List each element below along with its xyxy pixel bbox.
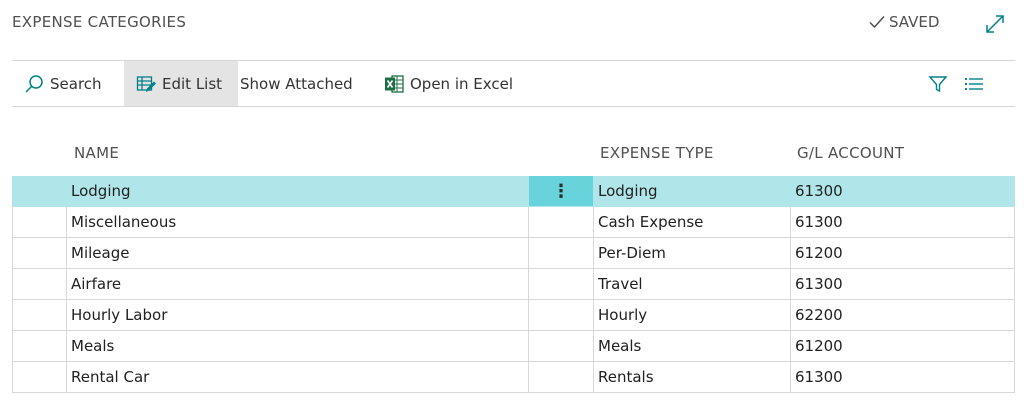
expand-icon[interactable]	[985, 14, 1005, 34]
cell-name[interactable]: Airfare	[67, 269, 529, 299]
expense-categories-table: Lodging ⋮ Lodging 61300 Miscellaneous Ca…	[12, 176, 1015, 393]
action-toolbar: Search Edit List Show Attached Open in E…	[12, 60, 1015, 107]
cell-name[interactable]: Rental Car	[67, 362, 529, 392]
table-row[interactable]: Meals Meals 61200	[12, 331, 1015, 362]
row-menu-button[interactable]: ⋮	[529, 176, 594, 206]
list-view-icon[interactable]	[964, 74, 984, 94]
search-icon	[25, 74, 43, 93]
column-header-name[interactable]: NAME	[74, 144, 119, 162]
search-button-label: Search	[50, 74, 102, 93]
table-row[interactable]: Mileage Per-Diem 61200	[12, 238, 1015, 269]
edit-list-icon	[136, 75, 156, 92]
column-header-expense-type[interactable]: EXPENSE TYPE	[600, 144, 714, 162]
cell-expense-type[interactable]: Rentals	[594, 362, 791, 392]
row-menu-cell[interactable]	[529, 362, 594, 392]
table-row[interactable]: Hourly Labor Hourly 62200	[12, 300, 1015, 331]
cell-expense-type[interactable]: Per-Diem	[594, 238, 791, 268]
filter-icon[interactable]	[928, 74, 948, 94]
cell-gl-account[interactable]: 61200	[791, 331, 1014, 361]
row-menu-cell[interactable]	[529, 207, 594, 237]
cell-name[interactable]: Meals	[67, 331, 529, 361]
page-header: EXPENSE CATEGORIES SAVED	[0, 0, 1024, 48]
saved-status: SAVED	[868, 13, 939, 31]
search-button[interactable]: Search	[24, 61, 102, 106]
table-row[interactable]: Airfare Travel 61300	[12, 269, 1015, 300]
cell-expense-type[interactable]: Cash Expense	[594, 207, 791, 237]
cell-gl-account[interactable]: 61300	[791, 207, 1014, 237]
row-selector[interactable]	[13, 300, 67, 330]
table-row[interactable]: Lodging ⋮ Lodging 61300	[12, 176, 1015, 207]
cell-gl-account[interactable]: 61300	[791, 269, 1014, 299]
cell-gl-account[interactable]: 62200	[791, 300, 1014, 330]
row-selector[interactable]	[13, 331, 67, 361]
table-row[interactable]: Rental Car Rentals 61300	[12, 362, 1015, 393]
cell-gl-account[interactable]: 61300	[791, 362, 1014, 392]
check-icon	[869, 15, 885, 29]
row-selector[interactable]	[13, 176, 67, 206]
show-attached-button[interactable]: Show Attached	[240, 61, 353, 106]
table-row[interactable]: Miscellaneous Cash Expense 61300	[12, 207, 1015, 238]
cell-name[interactable]: Hourly Labor	[67, 300, 529, 330]
row-selector[interactable]	[13, 238, 67, 268]
open-in-excel-button-label: Open in Excel	[410, 74, 514, 93]
open-in-excel-button[interactable]: Open in Excel	[384, 61, 513, 106]
edit-list-button[interactable]: Edit List	[124, 61, 239, 106]
column-header-gl-account[interactable]: G/L ACCOUNT	[797, 144, 904, 162]
page-title: EXPENSE CATEGORIES	[12, 13, 187, 31]
edit-list-button-label: Edit List	[162, 74, 223, 93]
cell-expense-type[interactable]: Travel	[594, 269, 791, 299]
excel-icon	[385, 74, 404, 93]
cell-name[interactable]: Mileage	[67, 238, 529, 268]
row-menu-cell[interactable]	[529, 331, 594, 361]
cell-name[interactable]: Miscellaneous	[67, 207, 529, 237]
row-menu-cell[interactable]	[529, 238, 594, 268]
row-selector[interactable]	[13, 269, 67, 299]
row-selector[interactable]	[13, 362, 67, 392]
cell-expense-type[interactable]: Hourly	[594, 300, 791, 330]
row-menu-cell[interactable]	[529, 300, 594, 330]
saved-label: SAVED	[889, 13, 940, 31]
cell-gl-account[interactable]: 61300	[791, 176, 1014, 206]
row-selector[interactable]	[13, 207, 67, 237]
cell-expense-type[interactable]: Lodging	[594, 176, 791, 206]
show-attached-button-label: Show Attached	[240, 74, 353, 93]
cell-name[interactable]: Lodging	[67, 176, 529, 206]
cell-expense-type[interactable]: Meals	[594, 331, 791, 361]
cell-gl-account[interactable]: 61200	[791, 238, 1014, 268]
page: EXPENSE CATEGORIES SAVED Search Edit Lis…	[0, 0, 1024, 412]
row-menu-cell[interactable]	[529, 269, 594, 299]
